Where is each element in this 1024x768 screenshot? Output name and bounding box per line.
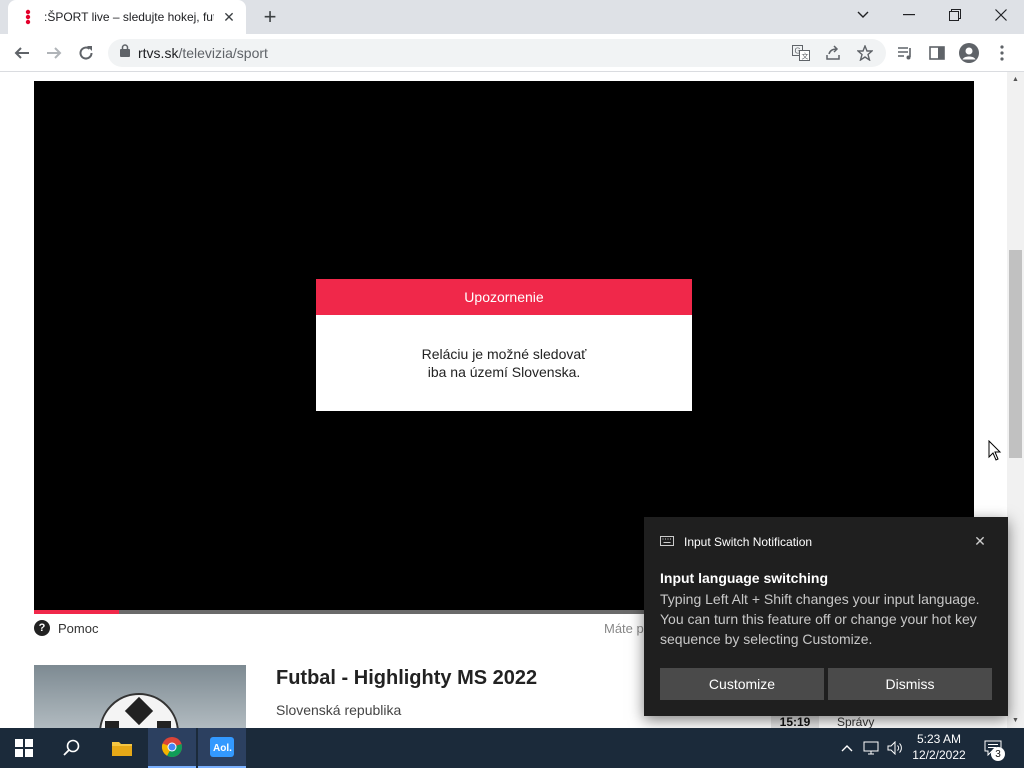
tab-close-icon[interactable]: ✕ [220,8,238,26]
taskbar: Aol. 5:23 AM 12/2/2022 3 [0,728,1024,768]
soccer-ball-icon [99,693,179,728]
network-icon[interactable] [860,728,882,768]
article-thumbnail[interactable] [34,665,246,728]
file-explorer-icon[interactable] [98,728,146,768]
scroll-down-icon[interactable]: ▼ [1007,713,1024,727]
bookmark-star-icon[interactable] [851,39,879,67]
news-label[interactable]: Správy [837,715,874,728]
article-title[interactable]: Futbal - Highlighty MS 2022 [276,667,537,690]
forward-arrow-icon[interactable] [40,39,68,67]
question-icon: ? [34,620,50,636]
browser-toolbar: rtvs.sk/televizia/sport G文 [0,34,1024,72]
taskbar-clock[interactable]: 5:23 AM 12/2/2022 [906,731,972,763]
url-text: rtvs.sk/televizia/sport [138,45,268,61]
tab-title: :ŠPORT live – sledujte hokej, futb [44,10,214,24]
profile-avatar-icon[interactable] [955,39,983,67]
menu-kebab-icon[interactable] [988,39,1016,67]
clock-date: 12/2/2022 [912,748,966,762]
minimize-button[interactable] [886,0,932,30]
notification-body: Typing Left Alt + Shift changes your inp… [660,591,980,647]
rtvs-favicon-icon [20,9,36,25]
geo-block-alert: Upozornenie Reláciu je možné sledovať ib… [316,279,692,411]
translate-icon[interactable]: G文 [787,39,815,67]
address-bar[interactable]: rtvs.sk/televizia/sport [108,39,886,67]
aol-icon[interactable]: Aol. [198,728,246,768]
page-scrollbar[interactable]: ▲ ▼ [1007,72,1024,728]
reload-icon[interactable] [72,39,100,67]
alert-line-2: iba na území Slovenska. [427,364,581,380]
mouse-cursor-icon [988,439,1002,462]
share-icon[interactable] [819,39,847,67]
scrollbar-thumb[interactable] [1009,250,1022,458]
clock-time: 5:23 AM [916,732,962,746]
help-link[interactable]: ? Pomoc [34,620,98,636]
side-panel-icon[interactable] [923,39,951,67]
input-switch-notification: Input Switch Notification ✕ Input langua… [644,517,1008,716]
dismiss-button[interactable]: Dismiss [828,668,992,700]
help-label: Pomoc [58,620,99,636]
notification-count-badge: 3 [991,747,1005,761]
chrome-icon[interactable] [148,728,196,768]
video-progress-fill [34,610,119,614]
scroll-up-icon[interactable]: ▲ [1007,72,1024,86]
back-arrow-icon[interactable] [8,39,36,67]
alert-heading: Upozornenie [316,279,692,315]
article-subtitle: Slovenská republika [276,702,402,718]
svg-text:文: 文 [802,52,809,61]
truncated-text: Máte p [604,621,644,636]
browser-tab[interactable]: :ŠPORT live – sledujte hokej, futb ✕ [8,0,246,34]
tab-search-icon[interactable] [840,0,886,30]
notification-close-icon[interactable]: ✕ [972,533,988,549]
notification-title: Input language switching [660,570,828,586]
new-tab-button[interactable]: + [259,4,281,29]
tab-strip: :ŠPORT live – sledujte hokej, futb ✕ + [0,0,1024,34]
restore-button[interactable] [932,0,978,30]
lock-icon [120,44,130,62]
tray-chevron-up-icon[interactable] [838,728,856,768]
alert-message: Reláciu je možné sledovať iba na území S… [316,315,692,411]
volume-icon[interactable] [884,728,906,768]
news-time-badge: 15:19 [771,714,819,728]
notification-app-name: Input Switch Notification [684,535,813,549]
svg-text:Aol.: Aol. [213,743,232,754]
customize-button[interactable]: Customize [660,668,824,700]
close-window-button[interactable] [978,0,1024,30]
alert-line-1: Reláciu je možné sledovať [421,346,587,362]
media-control-icon[interactable] [891,39,919,67]
notification-header: Input Switch Notification [660,535,812,549]
keyboard-icon [660,535,674,549]
search-icon[interactable] [48,728,96,768]
start-windows-icon[interactable] [0,728,48,768]
